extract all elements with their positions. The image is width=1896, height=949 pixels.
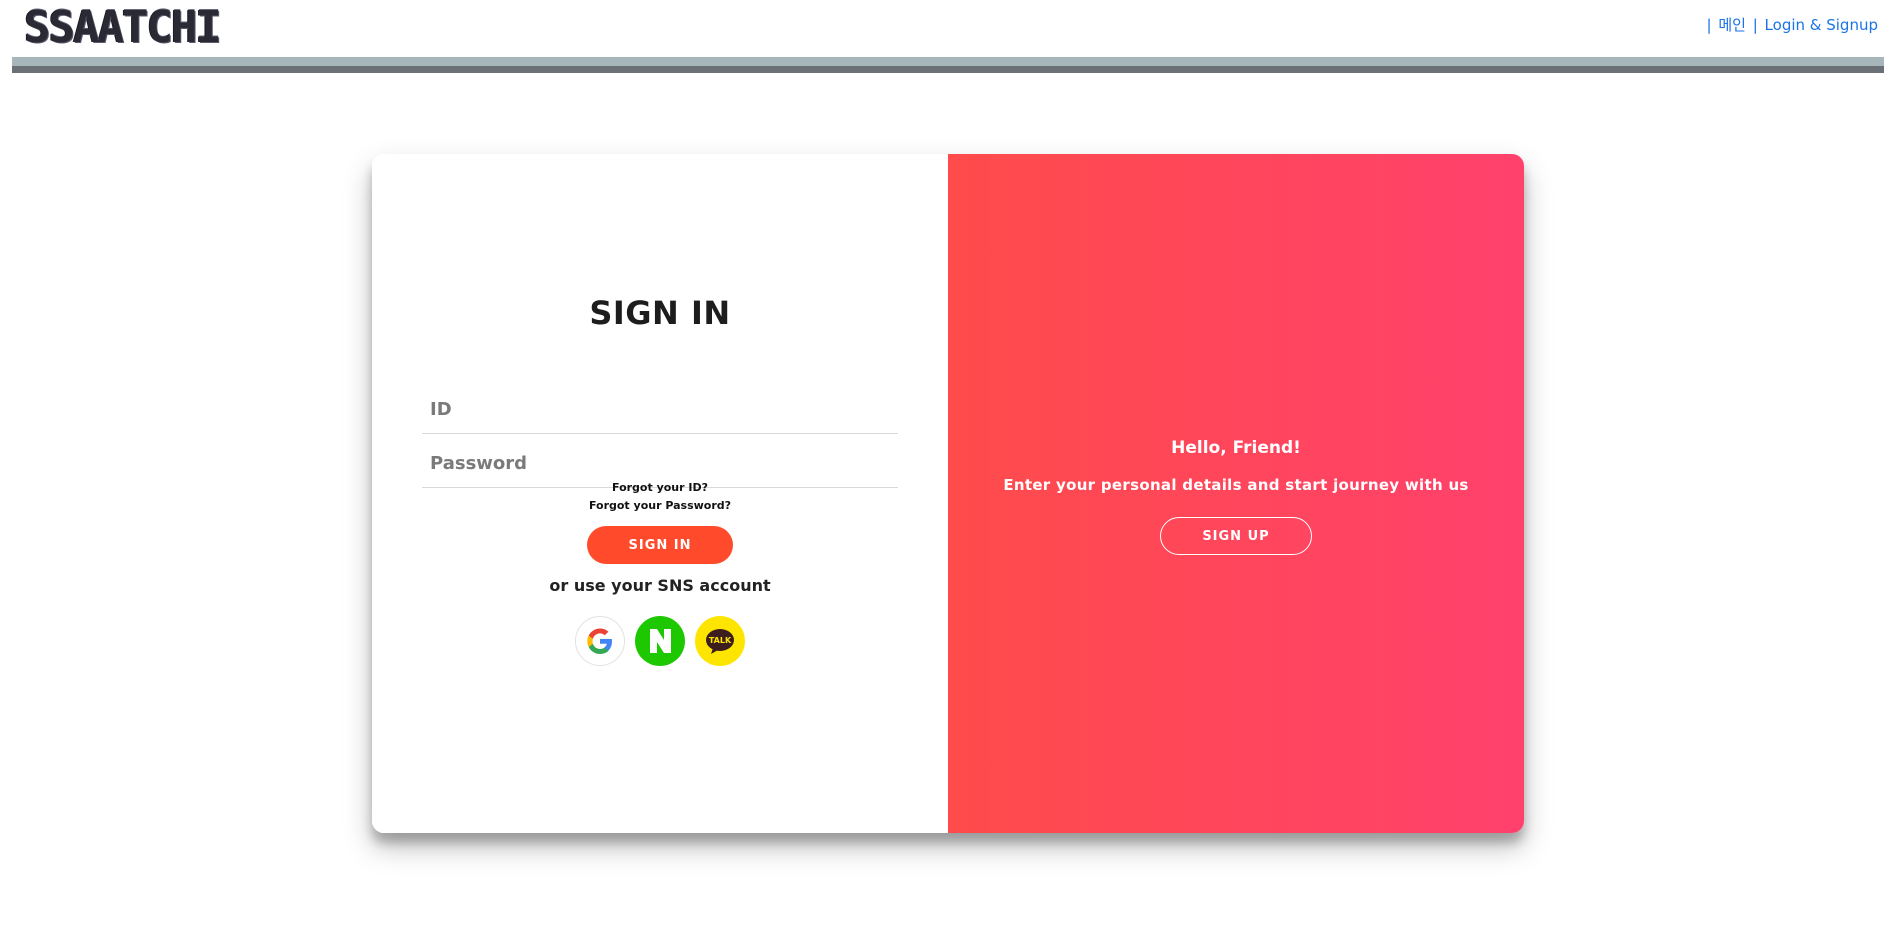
auth-card: SIGN IN Forgot your ID? Forgot your Pass… <box>372 154 1524 833</box>
signin-panel: SIGN IN Forgot your ID? Forgot your Pass… <box>372 154 948 833</box>
signin-button[interactable]: SIGN IN <box>587 526 733 564</box>
nav-separator: | <box>1706 16 1712 34</box>
naver-icon <box>650 629 671 653</box>
signin-title: SIGN IN <box>589 294 731 332</box>
signup-button[interactable]: SIGN UP <box>1160 517 1312 555</box>
forgot-id-link[interactable]: Forgot your ID? <box>372 481 948 494</box>
nav-link-login-signup[interactable]: Login & Signup <box>1765 16 1878 34</box>
forgot-password-link[interactable]: Forgot your Password? <box>372 499 948 512</box>
kakao-talk-icon: TALK <box>706 629 734 654</box>
google-icon <box>587 628 612 654</box>
naver-login-button[interactable] <box>635 616 685 666</box>
kakao-talk-text: TALK <box>709 636 732 645</box>
nav-link-main[interactable]: 메인 <box>1718 16 1746 34</box>
top-header: SSAATCHI | 메인 | Login & Signup <box>0 0 1896 62</box>
top-nav: | 메인 | Login & Signup <box>1704 14 1878 35</box>
sns-buttons: TALK <box>575 616 745 668</box>
nav-separator: | <box>1752 16 1758 34</box>
signup-overlay-panel: Hello, Friend! Enter your personal detai… <box>948 154 1524 833</box>
overlay-subtitle: Enter your personal details and start jo… <box>1003 476 1469 494</box>
google-login-button[interactable] <box>575 616 625 666</box>
header-divider-dark <box>12 66 1884 73</box>
site-logo[interactable]: SSAATCHI <box>24 2 222 54</box>
sns-label: or use your SNS account <box>549 576 771 595</box>
id-input[interactable] <box>422 386 898 434</box>
kakao-login-button[interactable]: TALK <box>695 616 745 666</box>
overlay-title: Hello, Friend! <box>1171 438 1301 458</box>
header-divider-light <box>12 57 1884 66</box>
